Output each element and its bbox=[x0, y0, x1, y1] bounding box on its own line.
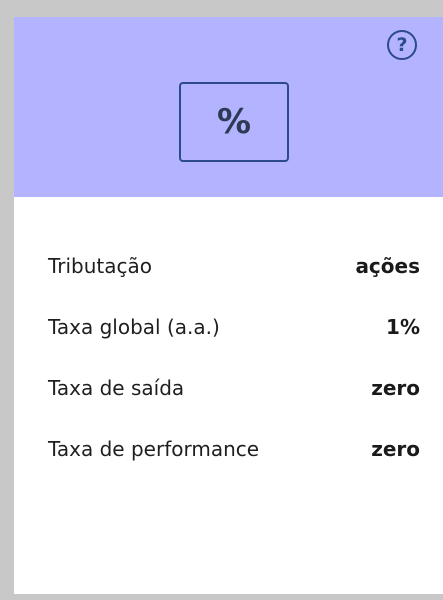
detail-value: ações bbox=[355, 254, 420, 278]
fee-details-list: Tributação ações Taxa global (a.a.) 1% T… bbox=[48, 250, 420, 494]
percent-icon: % bbox=[216, 102, 252, 142]
percent-badge: % bbox=[179, 82, 289, 162]
help-glyph: ? bbox=[396, 33, 408, 56]
fund-info-card: ? % Tributação ações Taxa global (a.a.) … bbox=[14, 17, 443, 594]
detail-row-taxa-saida: Taxa de saída zero bbox=[48, 372, 420, 404]
detail-label: Taxa global (a.a.) bbox=[48, 315, 220, 339]
question-circle-icon[interactable]: ? bbox=[387, 30, 417, 60]
detail-row-tributacao: Tributação ações bbox=[48, 250, 420, 282]
card-header: ? % bbox=[14, 17, 443, 197]
detail-row-taxa-global: Taxa global (a.a.) 1% bbox=[48, 311, 420, 343]
detail-row-taxa-performance: Taxa de performance zero bbox=[48, 433, 420, 465]
detail-label: Taxa de performance bbox=[48, 437, 260, 461]
detail-value: 1% bbox=[386, 315, 420, 339]
detail-label: Tributação bbox=[48, 254, 153, 278]
detail-value: zero bbox=[371, 437, 420, 461]
detail-label: Taxa de saída bbox=[48, 376, 185, 400]
detail-value: zero bbox=[371, 376, 420, 400]
